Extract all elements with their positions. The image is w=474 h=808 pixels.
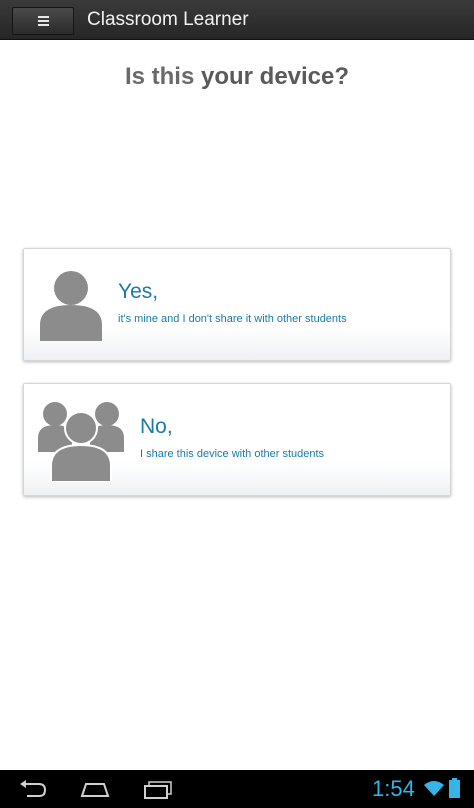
option-no-subtext: I share this device with other students <box>140 448 325 460</box>
app-title: Classroom Learner <box>87 9 249 30</box>
menu-button[interactable] <box>12 7 74 35</box>
option-no-card[interactable]: No, I share this device with other stude… <box>23 383 451 496</box>
app-bar: Classroom Learner <box>0 0 474 40</box>
multiple-users-icon <box>38 402 124 482</box>
question-emphasis: your device? <box>200 63 350 90</box>
option-yes-subtext: it's mine and I don't share it with othe… <box>118 313 347 325</box>
back-icon[interactable] <box>17 778 47 800</box>
single-user-icon <box>40 271 102 341</box>
status-clock: 1:54 <box>372 776 415 801</box>
option-no-heading: No, <box>140 415 173 438</box>
recent-apps-icon[interactable] <box>143 778 173 800</box>
wifi-icon <box>424 781 444 796</box>
question-prefix: Is this <box>124 63 201 90</box>
system-nav-bar: 1:54 <box>0 770 474 808</box>
option-yes-heading: Yes, <box>118 280 159 303</box>
hamburger-menu-icon <box>37 16 49 26</box>
battery-icon <box>449 778 460 798</box>
home-icon[interactable] <box>80 778 110 800</box>
option-yes-card[interactable]: Yes, it's mine and I don't share it with… <box>23 248 451 361</box>
page-question: Is this your device? <box>0 62 474 92</box>
